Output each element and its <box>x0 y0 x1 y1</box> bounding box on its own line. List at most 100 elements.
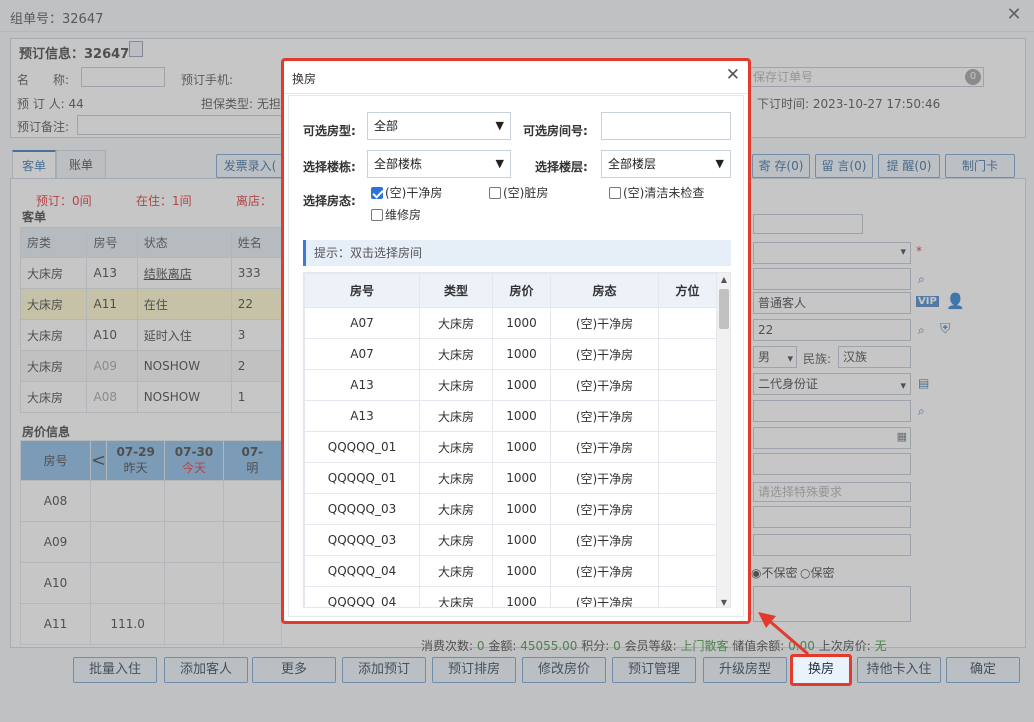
status-option-label: (空)清洁未检查 <box>623 186 705 200</box>
room-type-label: 可选房型: <box>303 124 356 138</box>
floor-value: 全部楼层 <box>608 157 657 171</box>
room-col-header[interactable]: 房态 <box>550 273 659 308</box>
room-row[interactable]: A13 大床房 1000 (空)干净房 <box>304 369 717 401</box>
room-cell: 1000 <box>492 524 551 556</box>
room-col-header[interactable]: 房号 <box>304 273 420 308</box>
room-no-label: 可选房间号: <box>523 124 588 138</box>
room-cell <box>658 431 717 463</box>
room-col-header[interactable]: 方位 <box>658 273 717 308</box>
room-cell: (空)干净房 <box>550 307 659 339</box>
room-cell <box>658 338 717 370</box>
room-cell <box>658 493 717 525</box>
room-row[interactable]: A07 大床房 1000 (空)干净房 <box>304 307 717 339</box>
room-cell: A13 <box>304 369 420 401</box>
status-option-label: (空)脏房 <box>503 186 549 200</box>
building-label: 选择楼栋: <box>303 160 356 174</box>
room-cell: 大床房 <box>419 338 493 370</box>
room-row[interactable]: QQQQQ_04 大床房 1000 (空)干净房 <box>304 586 717 607</box>
room-cell: (空)干净房 <box>550 462 659 494</box>
room-cell <box>658 586 717 607</box>
room-cell: 大床房 <box>419 555 493 587</box>
scroll-down-icon[interactable]: ▼ <box>718 598 730 607</box>
floor-select[interactable]: 全部楼层 ▼ <box>601 150 731 178</box>
room-cell: QQQQQ_01 <box>304 431 420 463</box>
scrollbar[interactable]: ▲ ▼ <box>716 273 730 607</box>
building-value: 全部楼栋 <box>374 157 423 171</box>
checkbox-icon[interactable] <box>609 187 621 199</box>
status-checkbox[interactable]: 维修房 <box>371 206 421 223</box>
room-cell: 1000 <box>492 338 551 370</box>
room-row[interactable]: A07 大床房 1000 (空)干净房 <box>304 338 717 370</box>
room-row[interactable]: QQQQQ_03 大床房 1000 (空)干净房 <box>304 524 717 556</box>
room-table-wrap: 房号 类型 房价 房态 方位 A07 大床房 1000 (空)干净房 A07 大床房 1000 (空)… <box>303 272 731 608</box>
room-cell: (空)干净房 <box>550 493 659 525</box>
chevron-down-icon: ▼ <box>495 157 504 170</box>
room-cell: QQQQQ_03 <box>304 493 420 525</box>
room-row[interactable]: QQQQQ_01 大床房 1000 (空)干净房 <box>304 462 717 494</box>
room-no-input[interactable] <box>601 112 731 140</box>
status-label: 选择房态: <box>303 194 356 208</box>
dialog-header: 换房 ✕ <box>284 61 748 94</box>
room-cell: 1000 <box>492 462 551 494</box>
status-checkbox[interactable]: (空)清洁未检查 <box>609 184 704 201</box>
room-cell: (空)干净房 <box>550 555 659 587</box>
checkbox-icon[interactable] <box>371 187 383 199</box>
pointer-arrow <box>758 612 809 656</box>
chevron-down-icon: ▼ <box>715 157 724 170</box>
chevron-down-icon: ▼ <box>495 119 504 132</box>
room-cell: A07 <box>304 307 420 339</box>
room-cell: QQQQQ_01 <box>304 462 420 494</box>
room-cell: A07 <box>304 338 420 370</box>
room-cell <box>658 462 717 494</box>
status-checkbox[interactable]: (空)干净房 <box>371 184 442 201</box>
scroll-up-icon[interactable]: ▲ <box>718 275 730 284</box>
dialog-title: 换房 <box>292 72 317 86</box>
room-cell: 大床房 <box>419 431 493 463</box>
room-cell <box>658 555 717 587</box>
room-cell: 大床房 <box>419 400 493 432</box>
room-cell: (空)干净房 <box>550 369 659 401</box>
hint-bar: 提示：双击选择房间 <box>303 240 731 266</box>
room-cell: A13 <box>304 400 420 432</box>
room-type-value: 全部 <box>374 119 399 133</box>
change-room-dialog: 换房 ✕ 可选房型: 全部 ▼ 可选房间号: 选择楼栋: 全部楼栋 ▼ 选择楼层: … <box>281 58 751 624</box>
room-cell: 大床房 <box>419 462 493 494</box>
room-cell: QQQQQ_04 <box>304 586 420 607</box>
status-option-label: (空)干净房 <box>385 186 443 200</box>
status-checkbox[interactable]: (空)脏房 <box>489 184 548 201</box>
room-cell: 大床房 <box>419 369 493 401</box>
room-cell: 1000 <box>492 369 551 401</box>
room-cell <box>658 400 717 432</box>
floor-label: 选择楼层: <box>535 160 588 174</box>
room-cell: (空)干净房 <box>550 400 659 432</box>
room-cell <box>658 524 717 556</box>
room-row[interactable]: QQQQQ_04 大床房 1000 (空)干净房 <box>304 555 717 587</box>
room-cell: QQQQQ_04 <box>304 555 420 587</box>
room-cell: QQQQQ_03 <box>304 524 420 556</box>
checkbox-icon[interactable] <box>371 209 383 221</box>
room-row[interactable]: QQQQQ_03 大床房 1000 (空)干净房 <box>304 493 717 525</box>
dialog-body: 可选房型: 全部 ▼ 可选房间号: 选择楼栋: 全部楼栋 ▼ 选择楼层: 全部楼层 ▼… <box>288 95 744 617</box>
room-table: 房号 类型 房价 房态 方位 A07 大床房 1000 (空)干净房 A07 大床房 1000 (空)… <box>304 273 717 607</box>
room-cell: 1000 <box>492 493 551 525</box>
room-cell: 大床房 <box>419 307 493 339</box>
room-cell: 大床房 <box>419 524 493 556</box>
room-cell: 1000 <box>492 586 551 607</box>
room-cell: 1000 <box>492 431 551 463</box>
room-cell: 1000 <box>492 555 551 587</box>
room-col-header[interactable]: 房价 <box>492 273 551 308</box>
room-cell: 大床房 <box>419 586 493 607</box>
scroll-thumb[interactable] <box>719 289 729 329</box>
room-col-header[interactable]: 类型 <box>419 273 493 308</box>
dialog-close-icon[interactable]: ✕ <box>726 65 740 85</box>
room-cell: (空)干净房 <box>550 586 659 607</box>
room-cell: 1000 <box>492 400 551 432</box>
room-cell: 1000 <box>492 307 551 339</box>
room-cell <box>658 307 717 339</box>
room-row[interactable]: QQQQQ_01 大床房 1000 (空)干净房 <box>304 431 717 463</box>
building-select[interactable]: 全部楼栋 ▼ <box>367 150 511 178</box>
room-cell: (空)干净房 <box>550 338 659 370</box>
checkbox-icon[interactable] <box>489 187 501 199</box>
room-row[interactable]: A13 大床房 1000 (空)干净房 <box>304 400 717 432</box>
room-type-select[interactable]: 全部 ▼ <box>367 112 511 140</box>
